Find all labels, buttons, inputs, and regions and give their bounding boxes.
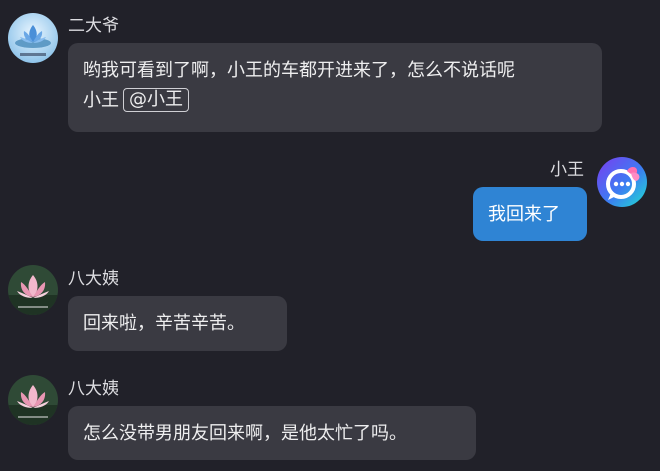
message-bubble[interactable]: 哟我可看到了啊，小王的车都开进来了，怎么不说话呢 小王 @小王 [68, 43, 602, 132]
message-text-line: 小王 @小王 [83, 86, 587, 116]
chat-bubble-avatar-icon [597, 157, 647, 207]
message-text: 怎么没带男朋友回来啊，是他太忙了吗。 [83, 423, 407, 444]
sender-avatar[interactable] [8, 265, 58, 315]
sender-name: 二大爷 [68, 16, 119, 36]
message-bubble[interactable]: 怎么没带男朋友回来啊，是他太忙了吗。 [68, 406, 476, 460]
message-text-line2: 小王 [83, 90, 119, 111]
sender-name: 八大姨 [68, 269, 119, 289]
chat-window: 二大爷 哟我可看到了啊，小王的车都开进来了，怎么不说话呢 小王 @小王 小王 我… [0, 0, 660, 471]
pink-lotus-avatar-icon [8, 265, 58, 315]
sender-name: 小王 [550, 160, 584, 180]
message-bubble[interactable]: 我回来了 [473, 187, 587, 241]
message-text: 哟我可看到了啊，小王的车都开进来了，怎么不说话呢 [83, 60, 515, 81]
pink-lotus-avatar-icon [8, 375, 58, 425]
sender-name: 八大姨 [68, 379, 119, 399]
message-text: 回来啦，辛苦辛苦。 [83, 313, 245, 334]
sender-avatar[interactable] [597, 157, 647, 207]
sender-avatar[interactable] [8, 13, 58, 63]
message-text: 我回来了 [488, 204, 560, 225]
message-bubble[interactable]: 回来啦，辛苦辛苦。 [68, 296, 287, 351]
lotus-avatar-icon [8, 13, 58, 63]
mention-tag[interactable]: @小王 [123, 88, 189, 112]
sender-avatar[interactable] [8, 375, 58, 425]
